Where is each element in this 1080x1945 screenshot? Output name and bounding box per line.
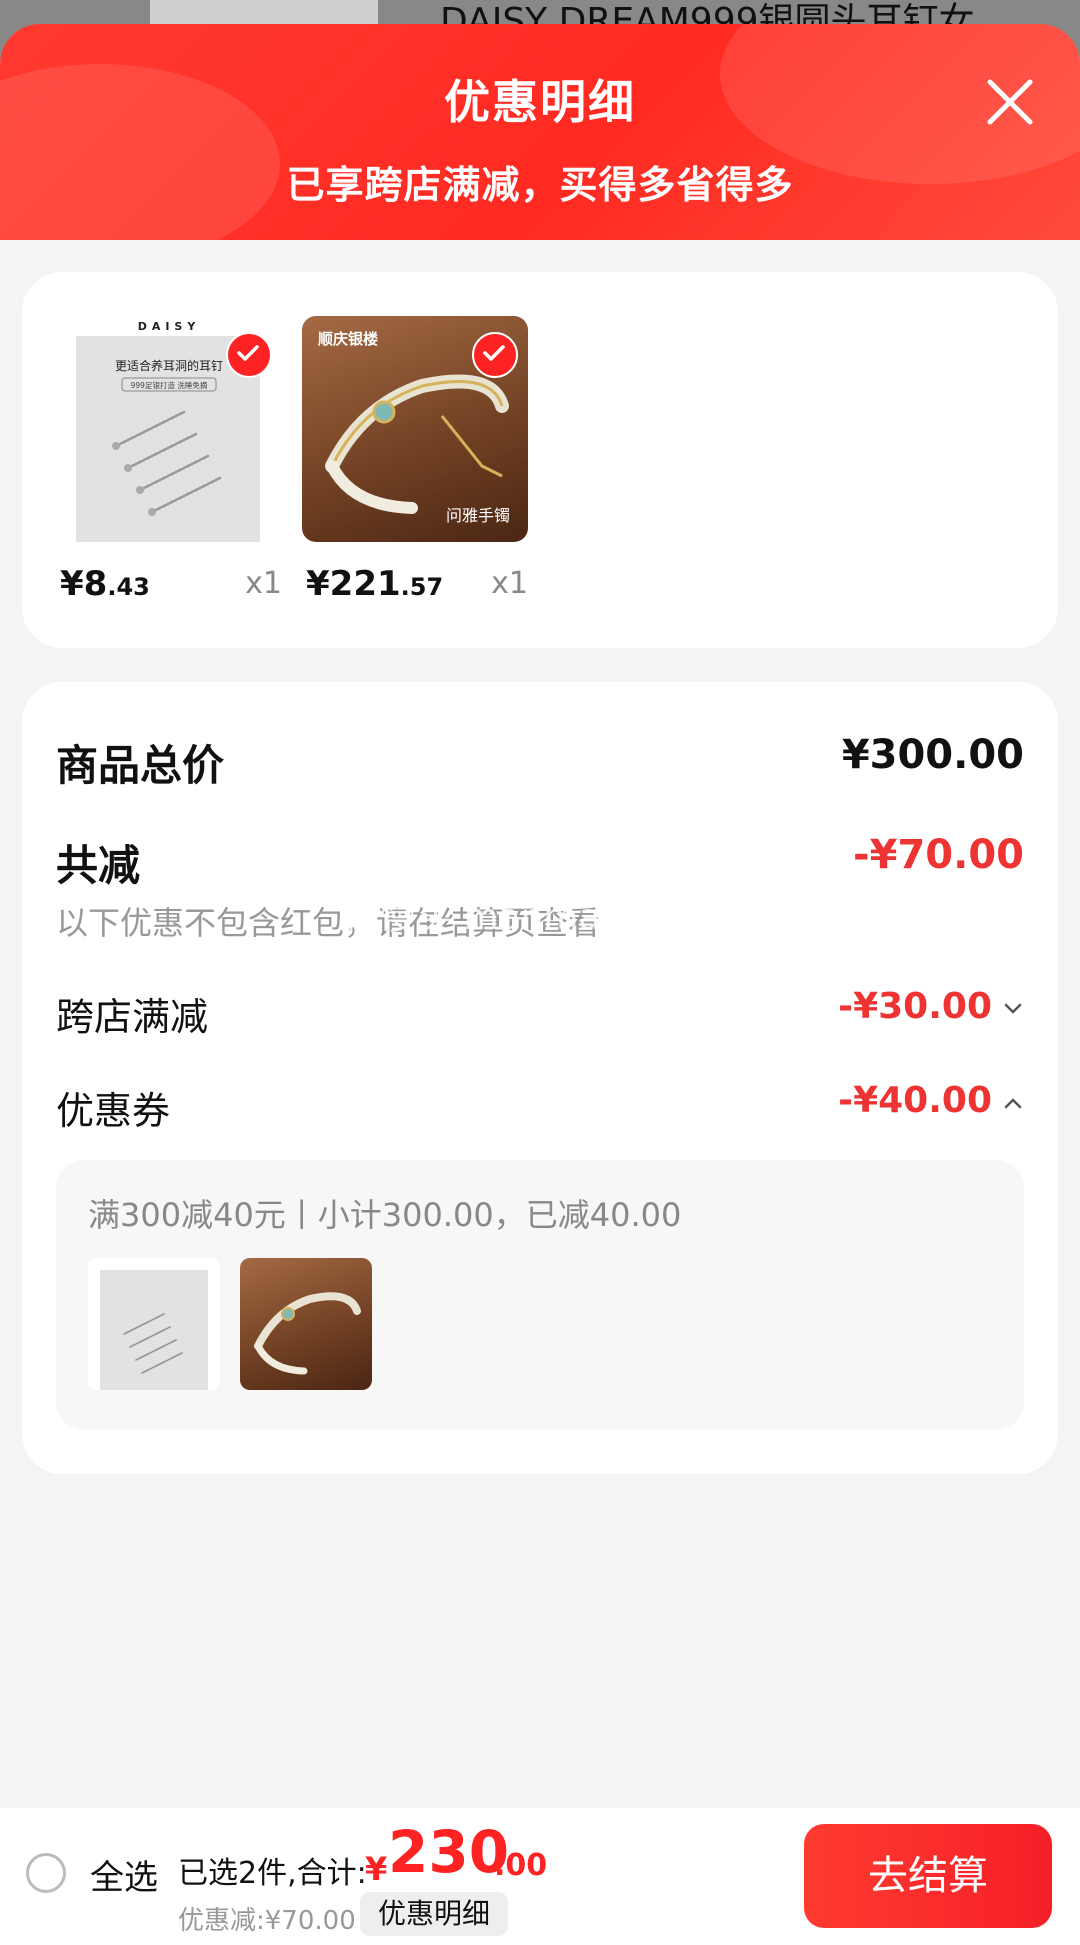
- coupon-detail-text: 满300减40元丨小计300.00，已减40.00: [88, 1196, 682, 1234]
- close-icon: [987, 79, 1033, 125]
- total-reduction-label: 共减: [56, 841, 141, 890]
- discount-detail-header: 优惠明细 已享跨店满减，买得多省得多: [0, 24, 1080, 240]
- cross-store-label: 跨店满减: [56, 995, 209, 1039]
- product-price: ¥8.43: [60, 564, 150, 604]
- image-caption: 更适合养耳洞的耳钉: [115, 358, 223, 373]
- selected-check-icon[interactable]: [472, 332, 518, 378]
- coupon-detail-box: 满300减40元丨小计300.00，已减40.00: [56, 1160, 1024, 1430]
- selected-check-icon[interactable]: [226, 332, 272, 378]
- watermark: 慢慢买 manmanbuy: [344, 897, 691, 938]
- selected-products-card: DAISY 更适合养耳洞的耳钉 999足银打造 洗睡免摘 ¥8.43 x1 顺庆…: [22, 272, 1058, 648]
- checkout-button[interactable]: 去结算: [804, 1824, 1052, 1928]
- cross-store-discount-row[interactable]: 跨店满减 -¥30.00: [56, 986, 1024, 1041]
- product-item[interactable]: DAISY 更适合养耳洞的耳钉 999足银打造 洗睡免摘 ¥8.43 x1: [56, 316, 282, 604]
- coupon-value: -¥40.00: [838, 1080, 992, 1121]
- total-price-value: ¥300.00: [841, 732, 1024, 778]
- product-quantity: x1: [245, 566, 282, 601]
- select-all-radio[interactable]: [26, 1853, 66, 1893]
- brand-text: 顺庆银楼: [318, 330, 378, 348]
- product-price: ¥221.57: [306, 564, 444, 604]
- coupon-discount-row[interactable]: 优惠券 -¥40.00: [56, 1080, 1024, 1135]
- cross-store-value: -¥30.00: [838, 986, 992, 1027]
- brand-text: DAISY: [138, 320, 201, 333]
- total-amount-integer: 230: [388, 1818, 510, 1886]
- checkout-bar: 全选 已选2件,合计: ¥ 230 .00 优惠减:¥70.00 优惠明细 去结…: [0, 1808, 1080, 1945]
- product-item[interactable]: 顺庆银楼 问雅手镯 ¥221.57 x1: [302, 316, 528, 604]
- discount-detail-button[interactable]: 优惠明细: [360, 1892, 509, 1936]
- total-currency: ¥: [365, 1850, 388, 1888]
- coupon-product-thumbnail: [88, 1258, 220, 1390]
- total-reduction-value: -¥70.00: [853, 832, 1024, 878]
- chevron-up-icon[interactable]: [1002, 1092, 1024, 1114]
- coupon-label: 优惠券: [56, 1089, 171, 1133]
- total-amount-decimal: .00: [494, 1848, 548, 1883]
- product-image[interactable]: 顺庆银楼 问雅手镯: [302, 316, 528, 542]
- image-tag: 999足银打造 洗睡免摘: [131, 380, 208, 390]
- saved-amount-text: 优惠减:¥70.00: [178, 1906, 356, 1936]
- select-all-label[interactable]: 全选: [90, 1850, 158, 1899]
- coupon-product-thumbnail: [240, 1258, 372, 1390]
- sheet-title: 优惠明细: [444, 75, 636, 129]
- total-price-label: 商品总价: [56, 741, 225, 790]
- product-quantity: x1: [491, 566, 528, 601]
- image-caption: 问雅手镯: [446, 506, 510, 525]
- sheet-subtitle: 已享跨店满减，买得多省得多: [286, 163, 794, 207]
- close-button[interactable]: [980, 72, 1040, 132]
- total-price-row: 商品总价 ¥300.00: [56, 732, 1024, 793]
- total-reduction-row: 共减 -¥70.00: [56, 832, 1024, 893]
- product-image[interactable]: DAISY 更适合养耳洞的耳钉 999足银打造 洗睡免摘: [56, 316, 282, 542]
- chevron-down-icon[interactable]: [1002, 998, 1024, 1020]
- discount-summary-card: 商品总价 ¥300.00 共减 -¥70.00 以下优惠不包含红包，请在结算页查…: [22, 682, 1058, 1474]
- selected-count-text: 已选2件,合计:: [178, 1856, 367, 1891]
